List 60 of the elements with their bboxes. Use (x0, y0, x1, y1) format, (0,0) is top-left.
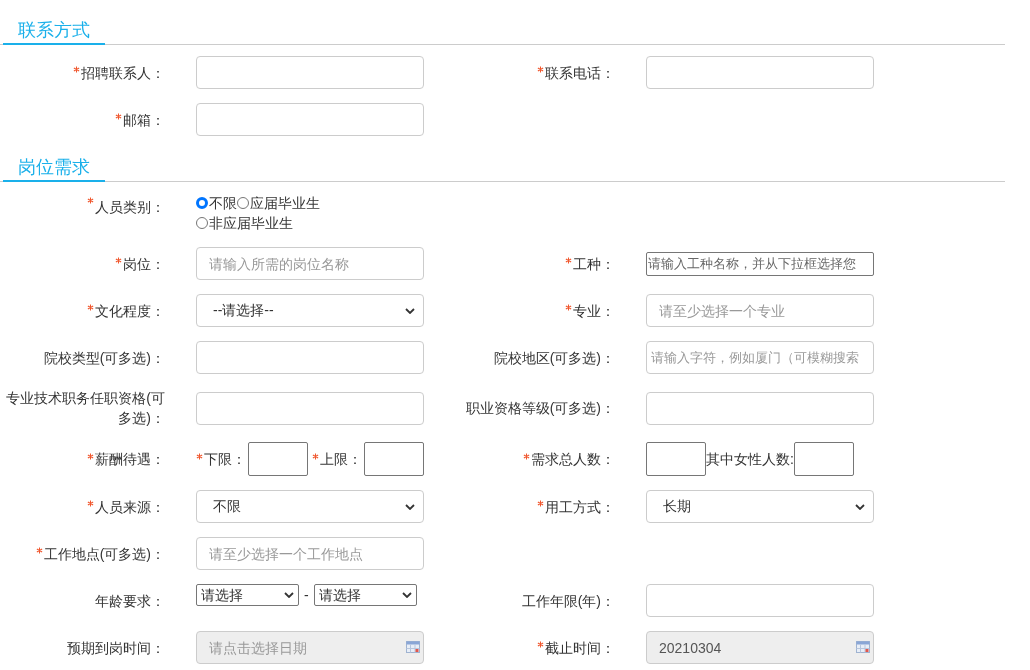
select-field[interactable]: 请选择 (196, 584, 299, 606)
chevron-down-icon (405, 307, 415, 314)
field-label: 年龄要求： (95, 591, 165, 611)
field-label: 联系电话： (545, 63, 615, 83)
number-input[interactable] (364, 442, 424, 476)
field-label: 职业资格等级(可多选)： (465, 399, 615, 418)
section-title: 岗位需求 (3, 154, 105, 182)
separator-text: - (304, 585, 309, 605)
date-input[interactable]: 20210304 (646, 631, 874, 664)
field-label: 工种： (573, 254, 615, 274)
select-field[interactable]: 不限 (196, 490, 424, 523)
field-label: 文化程度： (95, 301, 165, 321)
field-label: 工作地点(可多选)： (43, 544, 165, 564)
field-label: 预期到岗时间： (67, 638, 165, 658)
select-field[interactable]: 长期 (646, 490, 874, 523)
chevron-down-icon (401, 592, 412, 598)
field-label: 工作年限(年)： (521, 591, 615, 611)
field-label: 截止时间： (545, 638, 615, 658)
chevron-down-icon (405, 503, 415, 510)
text-input[interactable]: 请至少选择一个专业 (646, 294, 874, 327)
number-input[interactable] (248, 442, 308, 476)
field-label: 人员类别： (95, 198, 165, 217)
search-input[interactable]: 请输入工种名称，并从下拉框选择您 (646, 251, 874, 276)
text-input[interactable] (196, 391, 424, 425)
field-label: 薪酬待遇： (95, 450, 165, 469)
section-title: 联系方式 (3, 17, 105, 45)
text-input[interactable] (646, 584, 874, 617)
field-label: 用工方式： (545, 497, 615, 517)
number-input[interactable] (646, 442, 706, 476)
field-label: 院校类型(可多选)： (43, 348, 165, 368)
text-input[interactable] (646, 56, 874, 89)
field-label: 需求总人数： (531, 450, 615, 469)
text-input[interactable] (196, 56, 424, 89)
calendar-icon[interactable] (856, 641, 870, 653)
field-label: 上限： (320, 449, 362, 469)
number-input[interactable] (793, 442, 854, 476)
field-label: 专业技术职务任职资格(可多选)： (5, 389, 165, 428)
field-label: 邮箱： (123, 110, 165, 130)
field-label: 人员来源： (95, 497, 165, 517)
field-label: 院校地区(可多选)： (493, 348, 615, 368)
chevron-down-icon (855, 503, 865, 510)
field-label: 下限： (204, 449, 246, 469)
field-label: 招聘联系人： (81, 63, 165, 83)
text-input[interactable] (196, 341, 424, 374)
field-label: 专业： (573, 301, 615, 321)
text-input[interactable]: 请至少选择一个工作地点 (196, 537, 424, 570)
field-label: 其中女性人数: (706, 449, 794, 469)
radio-option[interactable]: 应届毕业生 (237, 195, 320, 211)
select-field[interactable]: --请选择-- (196, 294, 424, 327)
text-input[interactable]: 请输入所需的岗位名称 (196, 247, 424, 280)
field-label: 岗位： (123, 254, 165, 274)
text-input[interactable]: 请输入字符，例如厦门（可模糊搜索 (646, 341, 874, 374)
radio-option[interactable]: 不限 (196, 195, 237, 211)
radio-option[interactable]: 非应届毕业生 (196, 215, 293, 231)
text-input[interactable] (646, 391, 874, 425)
calendar-icon[interactable] (406, 641, 420, 653)
chevron-down-icon (284, 592, 294, 598)
select-field[interactable]: 请选择 (313, 584, 417, 606)
text-input[interactable] (196, 103, 424, 136)
date-input[interactable]: 请点击选择日期 (196, 631, 424, 664)
